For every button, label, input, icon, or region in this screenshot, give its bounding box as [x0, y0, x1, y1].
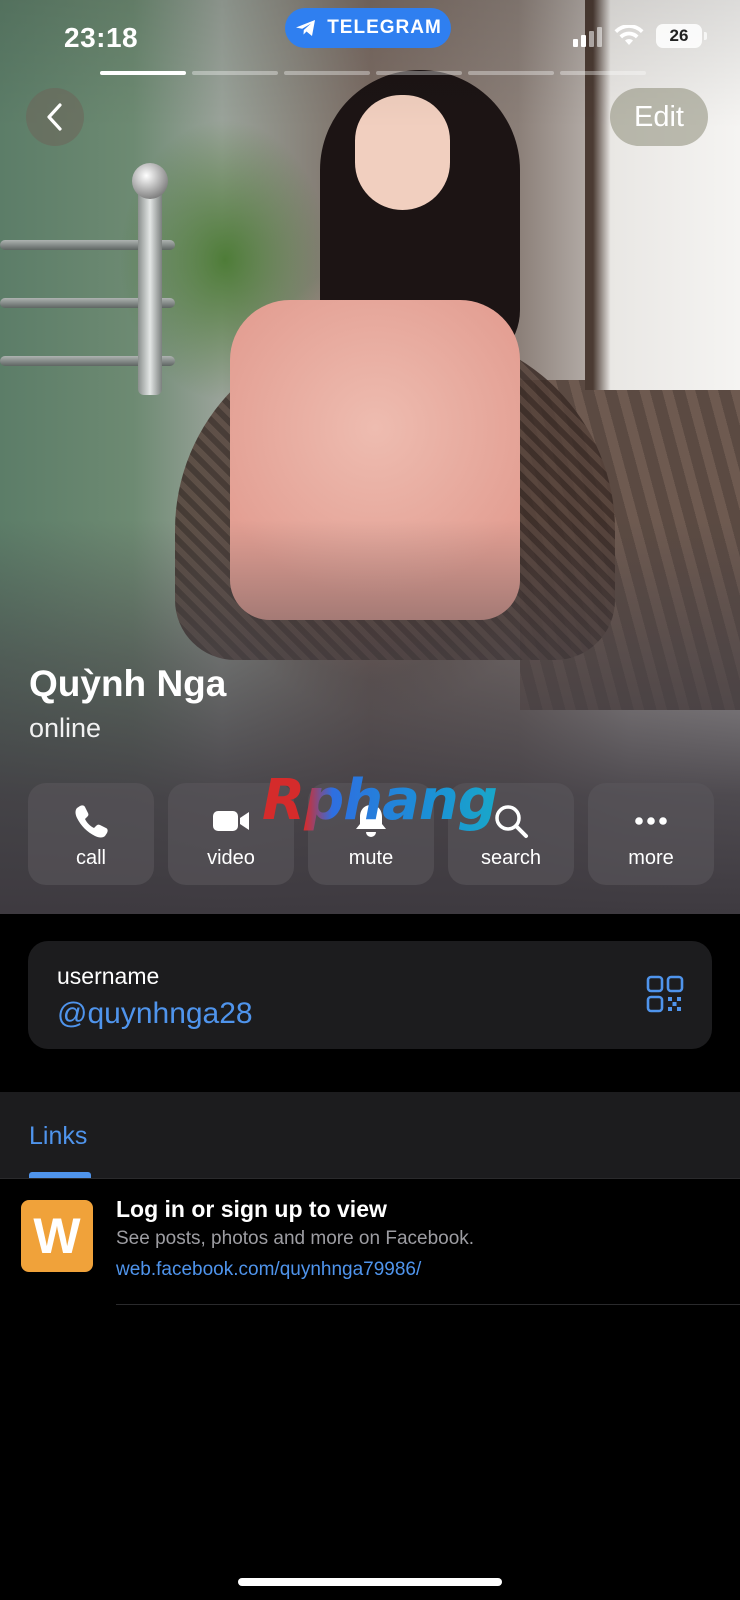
search-icon — [495, 805, 528, 838]
cellular-signal-icon — [573, 25, 602, 47]
watermark-logo: Rphang — [262, 768, 498, 833]
qr-code-icon[interactable] — [646, 975, 684, 1013]
photo-segment — [100, 71, 186, 75]
photo-segment — [560, 71, 646, 75]
photo-segment — [284, 71, 370, 75]
photo-segment — [192, 71, 278, 75]
battery-indicator: 26 — [656, 24, 707, 48]
more-dots-icon — [635, 817, 667, 825]
photo-page-indicator — [100, 71, 646, 75]
photo-segment — [468, 71, 554, 75]
home-indicator[interactable] — [238, 1578, 502, 1586]
username-value[interactable]: @quynhnga28 — [57, 997, 253, 1031]
search-label: search — [480, 847, 542, 869]
profile-status: online — [29, 713, 102, 743]
video-camera-icon — [213, 811, 249, 831]
divider — [116, 1304, 740, 1305]
more-button[interactable]: more — [588, 783, 714, 885]
call-button[interactable]: call — [28, 783, 154, 885]
more-label: more — [628, 847, 674, 869]
tab-links[interactable]: Links — [29, 1122, 87, 1151]
profile-name: Quỳnh Nga — [29, 663, 227, 704]
back-button[interactable] — [26, 88, 84, 146]
link-title: Log in or sign up to view — [116, 1196, 387, 1222]
username-label: username — [57, 963, 160, 989]
shared-media-tabs — [0, 1092, 740, 1178]
edit-button[interactable]: Edit — [610, 88, 708, 146]
telegram-pill-label: TELEGRAM — [327, 17, 442, 38]
list-item[interactable]: W Log in or sign up to view See posts, p… — [0, 1179, 740, 1305]
username-card[interactable]: username @quynhnga28 — [28, 941, 712, 1049]
chevron-left-icon — [47, 103, 62, 131]
link-thumbnail: W — [21, 1200, 93, 1272]
video-label: video — [207, 847, 255, 869]
photo-segment — [376, 71, 462, 75]
call-label: call — [75, 847, 106, 869]
status-time: 23:18 — [64, 22, 139, 53]
telegram-pill[interactable]: TELEGRAM — [285, 8, 451, 48]
phone-icon — [75, 805, 108, 838]
link-description: See posts, photos and more on Facebook. — [116, 1228, 475, 1249]
status-icons: 26 — [573, 24, 707, 48]
mute-label: mute — [348, 847, 394, 869]
wifi-icon — [614, 25, 644, 45]
link-url[interactable]: web.facebook.com/quynhnga79986/ — [116, 1259, 421, 1281]
telegram-plane-icon — [296, 20, 316, 36]
